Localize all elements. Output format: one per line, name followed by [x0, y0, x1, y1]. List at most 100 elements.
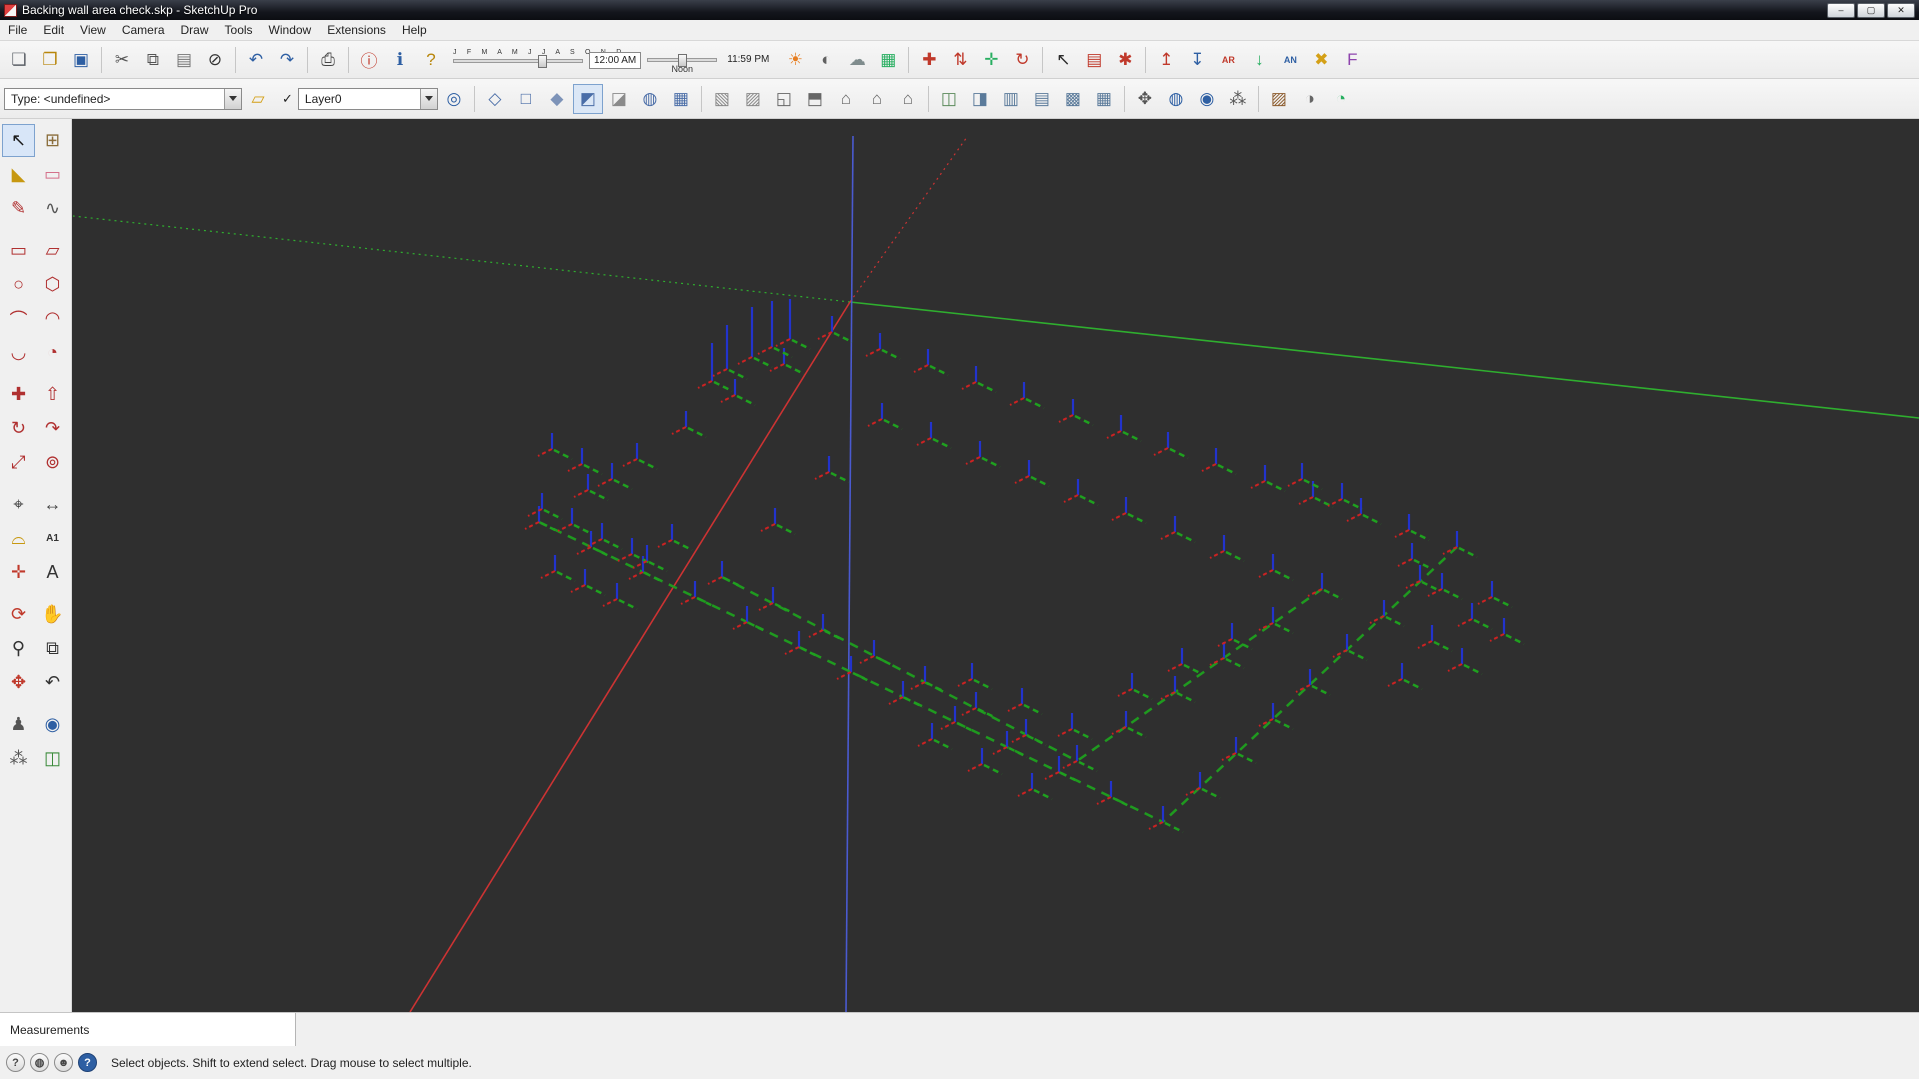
polygon-tool[interactable]: ⬡ [36, 268, 69, 301]
ext-red-cross-icon[interactable]: ✚ [914, 45, 944, 75]
down-green-icon[interactable]: ↓ [1244, 45, 1274, 75]
monochrome-icon[interactable]: ◪ [604, 84, 634, 114]
section-cut-icon[interactable]: ▤ [1027, 84, 1057, 114]
orbit-tool[interactable]: ⟳ [2, 598, 35, 631]
zoom-extents-tool[interactable]: ✥ [2, 666, 35, 699]
3d-text-tool[interactable]: A [36, 556, 69, 589]
right-view-icon[interactable]: ⌂ [862, 84, 892, 114]
pie-tool[interactable]: ◔ [36, 336, 69, 369]
menu-tools[interactable]: Tools [217, 21, 261, 39]
close-button[interactable]: ✕ [1887, 2, 1915, 18]
arc-tool[interactable]: ⌒ [2, 302, 35, 335]
tape-measure-tool[interactable]: ⌖ [2, 488, 35, 521]
menu-window[interactable]: Window [261, 21, 320, 39]
hidden-line-icon[interactable]: □ [511, 84, 541, 114]
rectangle-tool[interactable]: ▭ [2, 234, 35, 267]
walk-feet-icon[interactable]: ⁂ [1223, 84, 1253, 114]
menu-view[interactable]: View [72, 21, 114, 39]
box-solid-icon[interactable]: ▧ [707, 84, 737, 114]
ext-green-plus-icon[interactable]: ✛ [976, 45, 1006, 75]
front-view-icon[interactable]: ⌂ [831, 84, 861, 114]
minimize-button[interactable]: – [1827, 2, 1855, 18]
menu-camera[interactable]: Camera [114, 21, 173, 39]
left-view-icon[interactable]: ⌂ [893, 84, 923, 114]
freehand-tool[interactable]: ∿ [36, 192, 69, 225]
menu-help[interactable]: Help [394, 21, 435, 39]
make-component-tool[interactable]: ⊞ [36, 124, 69, 157]
date-slider-track[interactable] [453, 55, 583, 68]
paste-icon[interactable]: ▤ [169, 45, 199, 75]
previous-view-tool[interactable]: ↶ [36, 666, 69, 699]
shadow-toggle-icon[interactable]: ◐ [811, 45, 841, 75]
instructor-icon[interactable]: ? [416, 45, 446, 75]
time-slider-thumb[interactable] [678, 54, 688, 67]
shadow-date-slider[interactable]: J F M A M J J A S O N D [453, 49, 621, 68]
paint-bucket-tool[interactable]: ◣ [2, 158, 35, 191]
shaded-textures-icon[interactable]: ◩ [572, 83, 603, 114]
menu-file[interactable]: File [0, 21, 35, 39]
new-icon[interactable]: ❏ [4, 45, 34, 75]
materials-icon[interactable]: ▨ [1264, 84, 1294, 114]
time-start-box[interactable]: 12:00 AM [589, 52, 642, 69]
purge-x-icon[interactable]: ✖ [1306, 45, 1336, 75]
follow-me-tool[interactable]: ↷ [36, 412, 69, 445]
geolocation-icon[interactable]: ◍ [30, 1053, 49, 1072]
maximize-button[interactable]: ▢ [1857, 2, 1885, 18]
push-pull-tool[interactable]: ⇧ [36, 378, 69, 411]
iso-view-icon[interactable]: ◱ [769, 84, 799, 114]
layer-manager-icon[interactable]: ◎ [439, 84, 469, 114]
stamp-icon[interactable]: ▱ [243, 84, 273, 114]
report-icon[interactable]: ▤ [1079, 45, 1109, 75]
fog-icon[interactable]: ☁ [842, 45, 872, 75]
undo-icon[interactable]: ↶ [241, 45, 271, 75]
move-tool[interactable]: ✚ [2, 378, 35, 411]
look-around-tool[interactable]: ◉ [36, 708, 69, 741]
section-display-icon[interactable]: ▥ [996, 84, 1026, 114]
protractor-tool[interactable]: ⌓ [2, 522, 35, 555]
time-slider-track[interactable] [647, 54, 718, 67]
layer-combo[interactable]: Layer0 [297, 87, 438, 110]
help-circle-icon[interactable]: ? [6, 1053, 25, 1072]
select-cursor-icon[interactable]: ↖ [1048, 45, 1078, 75]
top-view-icon[interactable]: ⬒ [800, 84, 830, 114]
orbit-globe-icon[interactable]: ◍ [1161, 84, 1191, 114]
offset-tool[interactable]: ⊚ [36, 446, 69, 479]
xray-icon[interactable]: ◍ [635, 84, 665, 114]
ext-red-rotate-icon[interactable]: ↻ [1007, 45, 1037, 75]
three-point-arc-tool[interactable]: ◡ [2, 336, 35, 369]
photo-texture-icon[interactable]: ▦ [873, 45, 903, 75]
wireframe-icon[interactable]: ◇ [480, 84, 510, 114]
type-combo[interactable]: Type: <undefined> [4, 87, 242, 110]
menu-extensions[interactable]: Extensions [319, 21, 394, 39]
menu-draw[interactable]: Draw [173, 21, 217, 39]
layer-combo-button[interactable] [419, 88, 437, 109]
copy-icon[interactable]: ⧉ [138, 45, 168, 75]
walk-tool[interactable]: ⁂ [2, 742, 35, 775]
model-viewport[interactable] [72, 119, 1919, 1012]
circle-tool[interactable]: ○ [2, 268, 35, 301]
entity-info-icon[interactable]: ℹ [385, 45, 415, 75]
menu-edit[interactable]: Edit [35, 21, 72, 39]
save-icon[interactable]: ▣ [66, 45, 96, 75]
dimension-tool[interactable]: ↔ [36, 488, 69, 521]
styles-mix-icon[interactable]: ◑ [1295, 84, 1325, 114]
date-slider-thumb[interactable] [538, 55, 547, 68]
zoom-window-tool[interactable]: ⧉ [36, 632, 69, 665]
two-point-arc-tool[interactable]: ◠ [36, 302, 69, 335]
scale-tool[interactable]: ⤢ [2, 446, 35, 479]
redo-icon[interactable]: ↷ [272, 45, 302, 75]
eraser-tool[interactable]: ▭ [36, 158, 69, 191]
pan-tool[interactable]: ✋ [36, 598, 69, 631]
section-fill-icon[interactable]: ◨ [965, 84, 995, 114]
print-icon[interactable]: ⎙ [313, 45, 343, 75]
back-edges-icon[interactable]: ▦ [666, 84, 696, 114]
nav-cross-icon[interactable]: ✥ [1130, 84, 1160, 114]
ext-red-updown-icon[interactable]: ⇅ [945, 45, 975, 75]
select-tool[interactable]: ↖ [2, 124, 35, 157]
watermark-icon[interactable]: ◔ [1326, 84, 1356, 114]
model-info-icon[interactable]: ⓘ [354, 45, 384, 75]
look-icon[interactable]: ◉ [1192, 84, 1222, 114]
measurements-value[interactable] [99, 1018, 289, 1041]
erase-icon[interactable]: ⊘ [200, 45, 230, 75]
line-tool[interactable]: ✎ [2, 192, 35, 225]
